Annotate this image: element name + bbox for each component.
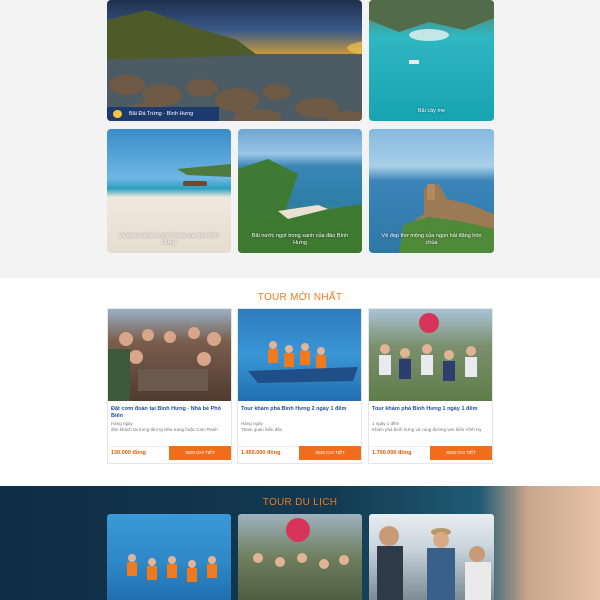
view-details-button[interactable]: XEM CHI TIẾT	[430, 446, 492, 460]
tour-card-price: 1.700.000 đồng	[372, 450, 412, 456]
view-details-button[interactable]: XEM CHI TIẾT	[299, 446, 361, 460]
travel-tour-photo-2[interactable]	[238, 514, 362, 600]
tour-card-description: Khám phá bình hưng và cung đường ven biể…	[372, 427, 482, 432]
gallery-photo-2[interactable]: Bãi nước ngọt trong xanh của đảo Bình Hư…	[238, 129, 362, 253]
boat-group-scene	[127, 554, 217, 582]
gallery-photo-1[interactable]: Vẻ đẹp hoang sơ thơ mộng của đảo Bình Hư…	[107, 129, 231, 253]
tour-card-title[interactable]: Tour khám phá Bình Hưng 2 ngày 1 đêm	[241, 406, 359, 413]
travel-tours-section: TOUR DU LỊCH	[0, 486, 600, 600]
tour-card[interactable]: Đặt cơm đoàn tại Bình Hưng - Nhà bè Phố …	[107, 308, 232, 464]
group-photo-scene	[379, 313, 477, 381]
view-details-label: XEM CHI TIẾT	[315, 450, 345, 455]
gallery-caption-1: Vẻ đẹp hoang sơ thơ mộng của đảo Bình Hư…	[118, 233, 220, 246]
tour-card-price: 1.450.000 đồng	[241, 450, 281, 456]
group-dinner-scene	[108, 327, 221, 401]
gallery-top-right-caption: Bãi cây me	[417, 108, 446, 114]
newest-tours-title: TOUR MỚI NHẤT	[257, 292, 343, 303]
view-details-label: XEM CHI TIẾT	[446, 450, 476, 455]
tour-card-photo	[238, 309, 361, 401]
tour-card[interactable]: Tour khám phá Bình Hưng 1 ngày 1 đêm 1 n…	[368, 308, 493, 464]
tour-card-photo	[369, 309, 492, 401]
travel-tour-photo-3[interactable]	[369, 514, 494, 600]
bay-aerial-scene	[369, 0, 494, 64]
tour-card-price: 130.000 đồng	[111, 450, 146, 456]
fishermen-scene	[377, 526, 491, 600]
tour-card[interactable]: Tour khám phá Bình Hưng 2 ngày 1 đêm Hàn…	[237, 308, 362, 464]
travel-tour-photo-1[interactable]	[107, 514, 231, 600]
tour-card-title[interactable]: Tour khám phá Bình Hưng 1 ngày 1 đêm	[372, 406, 490, 413]
site-logo-icon	[113, 110, 122, 118]
gallery-top-right-photo[interactable]: Bãi cây me	[369, 0, 494, 121]
gallery-large-caption: Bãi Đá Trứng - Bình Hưng	[129, 111, 194, 117]
gallery-photo-3[interactable]: Vẻ đẹp thơ mộng của ngọn hải đăng hòn ch…	[369, 129, 494, 253]
tour-card-description: đón khách tại trung tâm tp Nha trang hoặ…	[111, 427, 218, 432]
gallery-caption-3: Vẻ đẹp thơ mộng của ngọn hải đăng hòn ch…	[381, 233, 482, 246]
tour-card-title[interactable]: Đặt cơm đoàn tại Bình Hưng - Nhà bè Phố …	[111, 406, 229, 420]
canoe-group-scene	[248, 341, 358, 383]
view-details-label: XEM CHI TIẾT	[185, 450, 215, 455]
gallery-large-photo[interactable]: Bãi Đá Trứng - Bình Hưng	[107, 0, 362, 121]
gallery-large-caption-banner: Bãi Đá Trứng - Bình Hưng	[107, 107, 219, 121]
tour-card-description: Tham quan biển đảo	[241, 427, 283, 432]
travel-tours-title: TOUR DU LỊCH	[262, 497, 338, 508]
view-details-button[interactable]: XEM CHI TIẾT	[169, 446, 231, 460]
group-photo-scene	[253, 518, 349, 569]
beach-rocks-scene	[107, 10, 362, 121]
newest-tours-section: TOUR MỚI NHẤT Đặt cơm đoàn tại Bình Hưng…	[0, 278, 600, 486]
gallery-caption-2: Bãi nước ngọt trong xanh của đảo Bình Hư…	[251, 233, 349, 246]
tour-card-photo	[108, 309, 231, 401]
